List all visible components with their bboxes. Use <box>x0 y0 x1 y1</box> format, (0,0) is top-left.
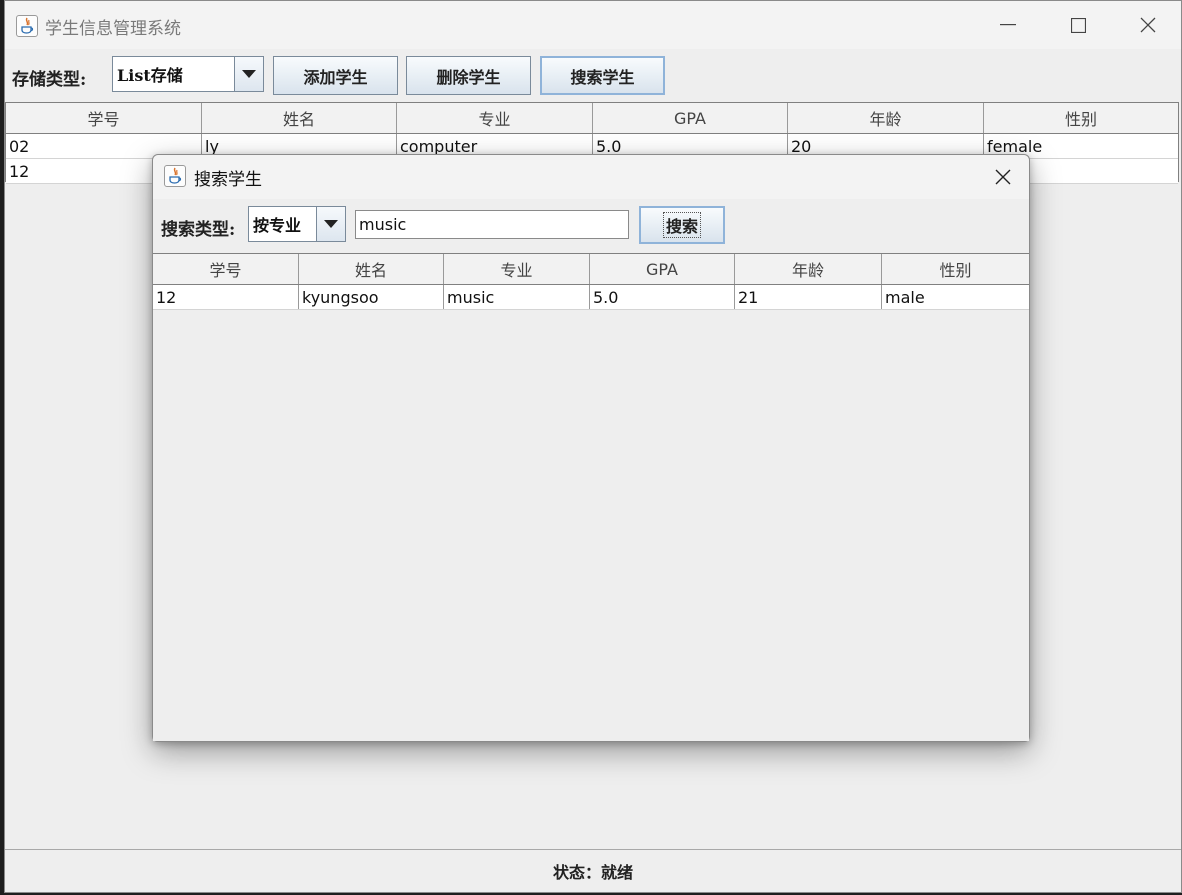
search-type-value: 按专业 <box>253 216 302 235</box>
column-header-name[interactable]: 姓名 <box>202 103 397 133</box>
java-app-icon <box>164 165 186 187</box>
cell-id[interactable]: 12 <box>153 285 299 309</box>
cell-name[interactable]: kyungsoo <box>299 285 444 309</box>
table-row[interactable]: 12 kyungsoo music 5.0 21 male <box>153 285 1029 310</box>
column-header-name[interactable]: 姓名 <box>299 254 444 284</box>
search-type-label: 搜索类型: <box>161 220 236 240</box>
dialog-title: 搜索学生 <box>194 170 262 190</box>
column-header-gpa[interactable]: GPA <box>593 103 788 133</box>
dropdown-arrow-icon[interactable] <box>316 207 345 241</box>
search-student-button[interactable]: 搜索学生 <box>540 56 665 95</box>
window-title: 学生信息管理系统 <box>45 19 181 39</box>
column-header-gender[interactable]: 性别 <box>984 103 1178 133</box>
column-header-id[interactable]: 学号 <box>6 103 202 133</box>
storage-type-combo[interactable]: List存储 <box>112 56 264 92</box>
results-table-header: 学号 姓名 专业 GPA 年龄 性别 <box>153 254 1029 285</box>
add-student-button[interactable]: 添加学生 <box>273 56 398 95</box>
dropdown-arrow-icon[interactable] <box>234 57 263 91</box>
cell-gpa[interactable]: 5.0 <box>590 285 735 309</box>
storage-type-value: List存储 <box>117 66 183 85</box>
search-input[interactable] <box>355 210 629 239</box>
cell-gender[interactable]: male <box>882 285 1029 309</box>
maximize-icon[interactable] <box>1043 1 1113 49</box>
table-header: 学号 姓名 专业 GPA 年龄 性别 <box>6 103 1178 134</box>
column-header-major[interactable]: 专业 <box>444 254 590 284</box>
delete-student-button[interactable]: 删除学生 <box>406 56 531 95</box>
title-bar: 学生信息管理系统 <box>5 1 1181 49</box>
minimize-icon[interactable] <box>973 1 1043 49</box>
status-text: 状态：就绪 <box>552 863 633 882</box>
status-bar: 状态：就绪 <box>5 849 1181 892</box>
column-header-major[interactable]: 专业 <box>397 103 593 133</box>
column-header-gender[interactable]: 性别 <box>882 254 1029 284</box>
column-header-age[interactable]: 年龄 <box>735 254 882 284</box>
search-type-combo[interactable]: 按专业 <box>248 206 346 242</box>
search-button[interactable]: 搜索 <box>639 206 725 244</box>
cell-major[interactable]: music <box>444 285 590 309</box>
search-dialog: 搜索学生 搜索类型: 按专业 搜索 学号 姓名 专业 GPA 年龄 性别 12 … <box>152 154 1030 742</box>
storage-type-label: 存储类型: <box>12 70 87 90</box>
close-icon[interactable] <box>1113 1 1182 49</box>
cell-age[interactable]: 21 <box>735 285 882 309</box>
column-header-age[interactable]: 年龄 <box>788 103 984 133</box>
search-results-table[interactable]: 学号 姓名 专业 GPA 年龄 性别 12 kyungsoo music 5.0… <box>153 253 1029 741</box>
java-app-icon <box>16 15 38 37</box>
column-header-id[interactable]: 学号 <box>153 254 299 284</box>
search-button-label: 搜索 <box>662 212 701 238</box>
dialog-title-bar: 搜索学生 <box>153 155 1029 199</box>
column-header-gpa[interactable]: GPA <box>590 254 735 284</box>
close-icon[interactable] <box>985 159 1021 195</box>
